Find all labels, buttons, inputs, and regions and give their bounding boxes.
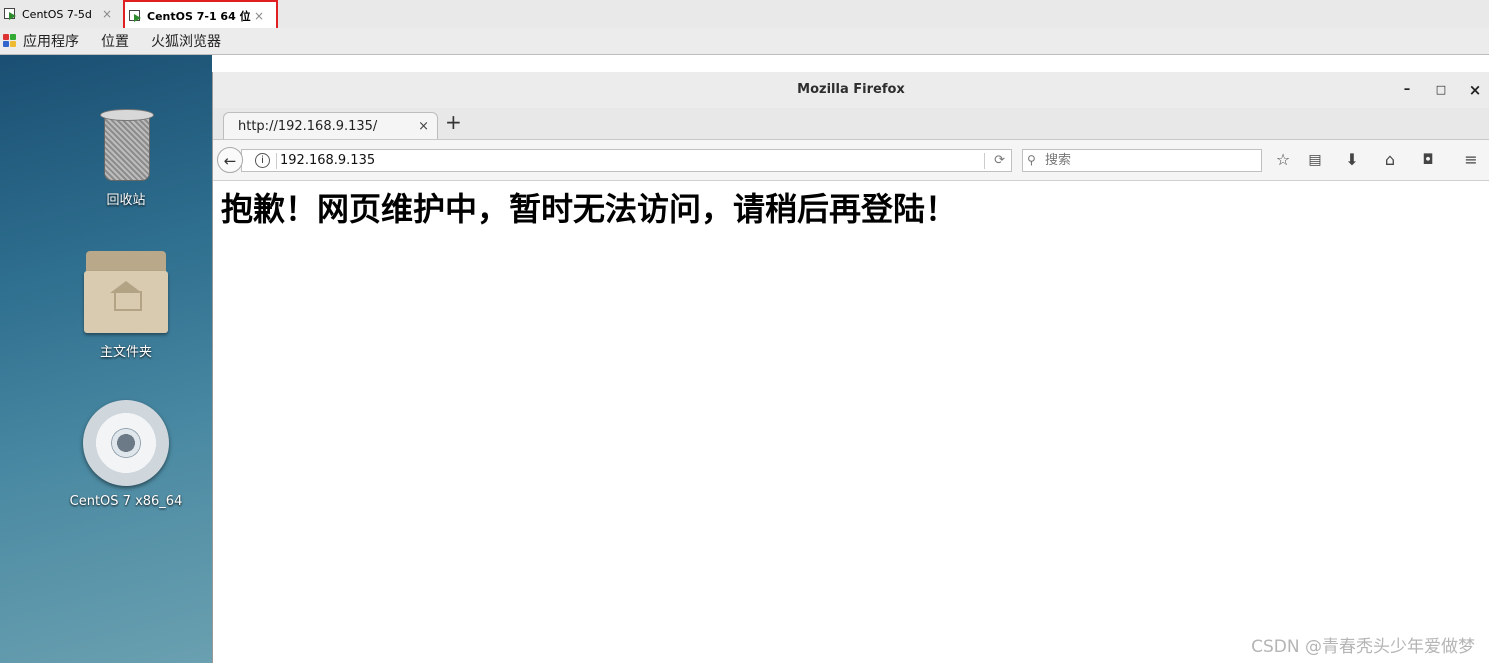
firefox-tab-bar: http://192.168.9.135/ × +: [213, 108, 1489, 140]
browser-tab[interactable]: http://192.168.9.135/ ×: [223, 112, 438, 139]
minimize-button[interactable]: –: [1395, 72, 1419, 108]
search-placeholder: 搜索: [1045, 153, 1072, 168]
desktop-icon-disc[interactable]: CentOS 7 x86_64: [46, 400, 206, 509]
back-button[interactable]: ←: [217, 147, 243, 173]
window-title: Mozilla Firefox: [797, 82, 905, 97]
places-menu[interactable]: 位置: [101, 31, 129, 51]
site-info-icon[interactable]: i: [255, 153, 270, 168]
desktop-icon-label: CentOS 7 x86_64: [69, 494, 183, 509]
vm-tab-close-icon[interactable]: ×: [254, 9, 264, 23]
home-icon[interactable]: ⌂: [1379, 149, 1401, 171]
desktop-icon-label: 主文件夹: [99, 345, 152, 360]
reading-list-icon[interactable]: ▤: [1304, 149, 1326, 171]
vm-tab-centos-7-5d[interactable]: CentOS 7-5d ×: [0, 1, 120, 27]
url-text: 192.168.9.135: [280, 153, 376, 168]
firefox-window: Mozilla Firefox – □ × http://192.168.9.1…: [212, 72, 1489, 663]
gnome-top-bar: 应用程序 位置 火狐浏览器: [0, 28, 1489, 55]
page-heading: 抱歉！网页维护中，暂时无法访问，请稍后再登陆！: [221, 190, 958, 228]
search-input[interactable]: ⚲ 搜索: [1022, 149, 1262, 172]
desktop: 回收站 主文件夹 CentOS 7 x86_64: [0, 55, 212, 663]
navigation-toolbar: i 192.168.9.135 ⟳ ← ⚲ 搜索 ☆ ▤ ⬇ ⌂ ◘ ≡: [213, 140, 1489, 181]
home-folder-icon: [84, 251, 168, 335]
desktop-icon-home[interactable]: 主文件夹: [46, 251, 206, 360]
menu-hamburger-icon[interactable]: ≡: [1460, 149, 1482, 171]
vm-running-icon: [4, 7, 18, 21]
desktop-icon-label: 回收站: [106, 193, 146, 208]
url-bar[interactable]: i 192.168.9.135 ⟳: [241, 149, 1012, 172]
tab-close-icon[interactable]: ×: [418, 113, 429, 140]
new-tab-button[interactable]: +: [445, 110, 462, 134]
vm-tab-label: CentOS 7-1 64 位: [147, 10, 251, 23]
desktop-icon-trash[interactable]: 回收站: [46, 109, 206, 208]
back-arrow-icon: ←: [223, 152, 237, 170]
close-window-button[interactable]: ×: [1463, 72, 1487, 108]
pocket-icon[interactable]: ◘: [1417, 149, 1439, 171]
page-content: 抱歉！网页维护中，暂时无法访问，请稍后再登陆！: [213, 181, 1489, 231]
applications-menu[interactable]: 应用程序: [23, 31, 79, 51]
vm-tab-label: CentOS 7-5d: [22, 7, 92, 21]
browser-tab-label: http://192.168.9.135/: [238, 119, 378, 134]
maximize-button[interactable]: □: [1429, 72, 1453, 108]
disc-icon: [83, 400, 169, 486]
bookmark-star-icon[interactable]: ☆: [1272, 149, 1294, 171]
reload-icon[interactable]: ⟳: [994, 150, 1005, 171]
vm-running-icon: [129, 9, 143, 23]
firefox-app-menu[interactable]: 火狐浏览器: [151, 31, 221, 51]
applications-icon: [3, 34, 17, 48]
vm-tab-close-icon[interactable]: ×: [102, 7, 112, 21]
downloads-icon[interactable]: ⬇: [1341, 149, 1363, 171]
watermark: CSDN @青春秃头少年爱做梦: [1251, 637, 1475, 657]
search-icon: ⚲: [1027, 153, 1036, 167]
window-titlebar[interactable]: Mozilla Firefox – □ ×: [213, 72, 1489, 108]
vm-tab-strip: CentOS 7-5d × CentOS 7-1 64 位 ×: [0, 0, 1489, 32]
trash-icon: [98, 109, 154, 183]
